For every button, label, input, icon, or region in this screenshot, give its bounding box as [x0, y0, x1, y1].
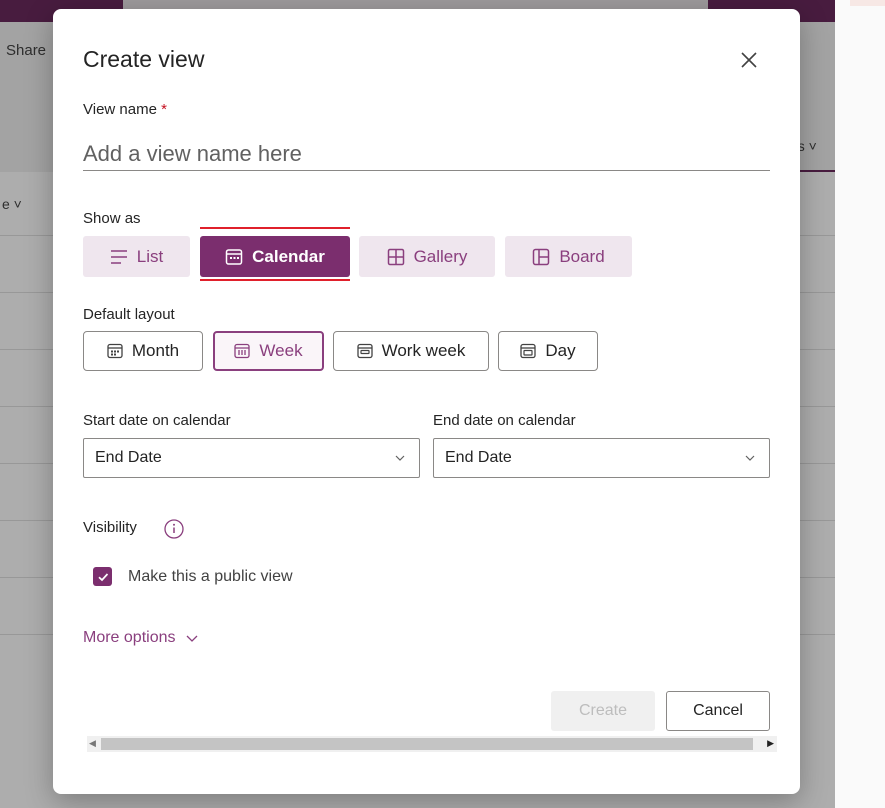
start-date-label: Start date on calendar: [83, 412, 231, 429]
view-name-input[interactable]: [83, 137, 770, 171]
cancel-button[interactable]: Cancel: [666, 691, 770, 731]
end-date-label: End date on calendar: [433, 412, 576, 429]
more-options-toggle[interactable]: More options: [83, 629, 199, 647]
scrollbar-thumb[interactable]: [101, 738, 753, 750]
end-date-value: End Date: [445, 449, 512, 466]
chevron-down-icon: [186, 635, 197, 642]
more-options-label: More options: [83, 629, 176, 646]
scroll-left-arrow-icon[interactable]: ◀: [89, 738, 96, 749]
list-icon: [110, 249, 127, 264]
show-as-label: Show as: [83, 210, 141, 227]
view-name-label: View name *: [83, 101, 167, 118]
layout-week-button[interactable]: Week: [213, 331, 324, 371]
public-view-label[interactable]: Make this a public view: [128, 568, 293, 586]
create-view-dialog: Create view View name * Show as List Cal…: [53, 9, 800, 794]
checkmark-icon: [97, 572, 108, 581]
show-as-gallery-button[interactable]: Gallery: [359, 236, 495, 277]
layout-month-label: Month: [131, 341, 180, 360]
chevron-down-icon: [745, 455, 755, 461]
create-button[interactable]: Create: [551, 691, 655, 731]
show-as-calendar-label: Calendar: [252, 246, 325, 266]
start-date-value: End Date: [95, 449, 162, 466]
week-icon: [234, 343, 251, 359]
layout-month-button[interactable]: Month: [83, 331, 203, 371]
horizontal-scrollbar[interactable]: ◀ ▶: [87, 736, 777, 752]
layout-work-week-button[interactable]: Work week: [333, 331, 489, 371]
dialog-title: Create view: [83, 46, 205, 72]
visibility-label: Visibility: [83, 519, 137, 536]
layout-day-label: Day: [545, 341, 576, 360]
page-margin-accent: [850, 0, 885, 6]
layout-week-label: Week: [259, 341, 303, 360]
day-icon: [520, 343, 537, 359]
layout-work-week-label: Work week: [381, 341, 466, 360]
month-icon: [107, 343, 123, 359]
scroll-right-arrow-icon[interactable]: ▶: [767, 738, 774, 749]
required-marker: *: [161, 101, 167, 118]
gallery-icon: [387, 248, 404, 265]
highlight-line-bottom: [200, 279, 350, 281]
show-as-board-button[interactable]: Board: [505, 236, 632, 277]
page-margin: [835, 0, 885, 808]
close-button[interactable]: [736, 47, 762, 73]
calendar-icon: [225, 248, 243, 265]
board-icon: [533, 248, 550, 265]
show-as-list-label: List: [136, 246, 164, 266]
close-icon: [741, 52, 757, 68]
layout-day-button[interactable]: Day: [498, 331, 598, 371]
highlight-line-top: [200, 227, 350, 229]
show-as-gallery-label: Gallery: [413, 246, 468, 266]
default-layout-label: Default layout: [83, 306, 175, 323]
work-week-icon: [356, 343, 373, 359]
info-icon[interactable]: [163, 518, 185, 540]
view-name-label-text: View name: [83, 101, 157, 118]
show-as-board-label: Board: [559, 246, 605, 266]
show-as-calendar-button[interactable]: Calendar: [200, 236, 350, 277]
end-date-select[interactable]: End Date: [433, 438, 770, 478]
public-view-checkbox[interactable]: [93, 567, 112, 586]
show-as-list-button[interactable]: List: [83, 236, 190, 277]
chevron-down-icon: [395, 455, 405, 461]
start-date-select[interactable]: End Date: [83, 438, 420, 478]
